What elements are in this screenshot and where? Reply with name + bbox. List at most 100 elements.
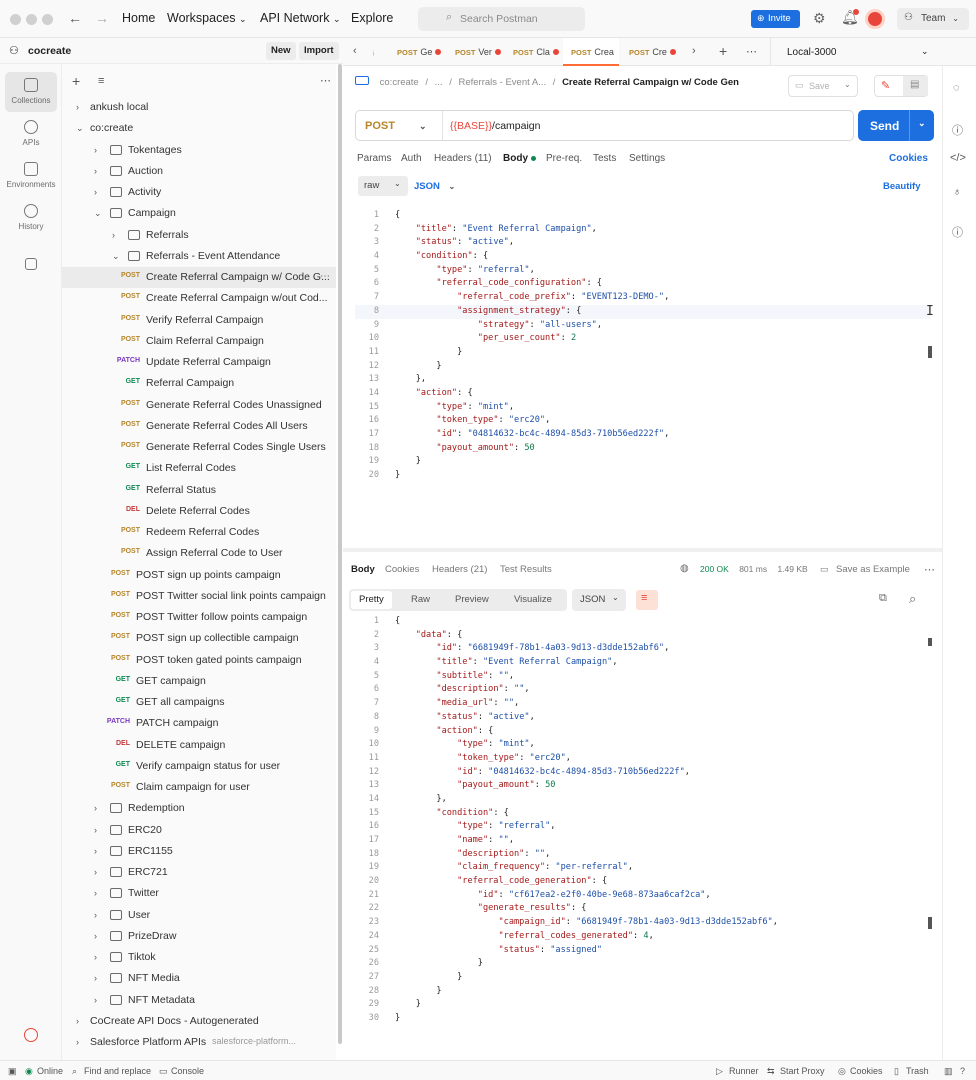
filter-icon[interactable]: ≡: [98, 75, 104, 87]
runner-button[interactable]: Runner: [729, 1066, 759, 1076]
more-options-icon[interactable]: ⋯: [320, 74, 331, 87]
lightbulb-icon[interactable]: ♁: [953, 186, 961, 198]
request-tab[interactable]: POST Cla: [505, 38, 561, 66]
folder-item[interactable]: › ERC721: [62, 862, 336, 883]
collection-item[interactable]: › CoCreate API Docs - Autogenerated: [62, 1011, 336, 1032]
folder-item[interactable]: › ERC20: [62, 820, 336, 841]
online-status[interactable]: Online: [37, 1066, 63, 1076]
gear-icon[interactable]: ⚙: [813, 10, 826, 27]
cookies-button[interactable]: Cookies: [850, 1066, 883, 1076]
request-item[interactable]: POST Create Referral Campaign w/out Cod..…: [62, 288, 336, 309]
workspace-name[interactable]: cocreate: [28, 45, 71, 57]
breadcrumb-folder[interactable]: Referrals - Event A...: [458, 77, 546, 88]
collection-item[interactable]: ⌄ co:create: [62, 118, 336, 139]
pane-divider[interactable]: [343, 548, 942, 552]
chevron-down-icon[interactable]: ⌄: [112, 251, 120, 262]
request-item[interactable]: GET GET all campaigns: [62, 692, 336, 713]
chevron-right-icon[interactable]: ›: [94, 995, 97, 1005]
folder-item[interactable]: › Activity: [62, 182, 336, 203]
request-subtab[interactable]: Body: [503, 153, 536, 164]
folder-item[interactable]: › NFT Media: [62, 968, 336, 989]
request-item[interactable]: POST POST sign up points campaign: [62, 565, 336, 586]
chevron-right-icon[interactable]: ›: [76, 1037, 79, 1047]
rail-history[interactable]: History: [5, 204, 57, 231]
request-item[interactable]: POST Generate Referral Codes All Users: [62, 416, 336, 437]
view-visualize-button[interactable]: Visualize: [514, 594, 552, 605]
chevron-down-icon[interactable]: ⌄: [94, 208, 102, 219]
response-tab[interactable]: Body: [351, 564, 375, 575]
info-circle-icon[interactable]: ⓘ: [952, 224, 963, 240]
chevron-right-icon[interactable]: ›: [94, 187, 97, 197]
request-item[interactable]: GET Verify campaign status for user: [62, 756, 336, 777]
send-button[interactable]: Send ⌄: [858, 110, 934, 141]
pencil-icon[interactable]: ✎: [881, 79, 890, 92]
chevron-right-icon[interactable]: ›: [94, 888, 97, 898]
folder-item[interactable]: › Twitter: [62, 883, 336, 904]
layout-icon[interactable]: ▥: [944, 1066, 953, 1077]
help-icon[interactable]: ?: [960, 1066, 965, 1076]
response-format-select[interactable]: JSON ⌄: [572, 589, 626, 611]
request-subtab[interactable]: Headers (11): [434, 153, 492, 164]
save-button[interactable]: ▭ Save ⌄: [788, 75, 858, 97]
request-item[interactable]: POST POST Twitter social link points camp…: [62, 586, 336, 607]
breadcrumb-root[interactable]: co:create: [380, 77, 419, 88]
body-mode-select[interactable]: raw ⌄: [358, 176, 408, 196]
folder-item[interactable]: ⌄ Referrals - Event Attendance: [62, 246, 336, 267]
nav-home[interactable]: Home: [122, 11, 155, 25]
response-scrollbar-thumb[interactable]: [928, 917, 932, 929]
search-input[interactable]: ⌕ Search Postman: [418, 7, 585, 31]
request-item[interactable]: POST Assign Referral Code to User: [62, 543, 336, 564]
wrap-lines-icon[interactable]: ≡: [636, 590, 658, 610]
chevron-right-icon[interactable]: ›: [94, 910, 97, 920]
request-item[interactable]: POST POST token gated points campaign: [62, 650, 336, 671]
new-button[interactable]: New: [266, 42, 296, 60]
environment-selector[interactable]: Local-3000 ⌄: [770, 38, 940, 66]
window-zoom-control[interactable]: [42, 14, 53, 25]
response-tab[interactable]: Cookies: [385, 564, 419, 575]
folder-item[interactable]: › Tiktok: [62, 947, 336, 968]
request-body-editor[interactable]: 1{2 "title": "Event Referral Campaign", 3…: [355, 209, 930, 489]
request-item[interactable]: POST Verify Referral Campaign: [62, 310, 336, 331]
request-tab[interactable]: POST Cre: [621, 38, 677, 66]
chevron-left-icon[interactable]: ‹: [353, 45, 357, 57]
search-icon[interactable]: ⌕: [909, 591, 916, 607]
request-tab[interactable]: POST Ge: [389, 38, 445, 66]
console-button[interactable]: Console: [171, 1066, 204, 1076]
chevron-right-icon[interactable]: ›: [94, 867, 97, 877]
request-tab[interactable]: POST Ver: [447, 38, 503, 66]
breadcrumb-ellipsis[interactable]: ...: [435, 77, 443, 88]
code-icon[interactable]: </>: [950, 152, 966, 164]
window-minimize-control[interactable]: [26, 14, 37, 25]
request-subtab[interactable]: Auth: [401, 153, 422, 164]
request-item[interactable]: GET Referral Status: [62, 480, 336, 501]
request-item[interactable]: POST POST sign up collectible campaign: [62, 628, 336, 649]
request-item[interactable]: GET GET campaign: [62, 671, 336, 692]
folder-item[interactable]: ⌄ Campaign: [62, 203, 336, 224]
folder-item[interactable]: › Redemption: [62, 798, 336, 819]
chevron-right-icon[interactable]: ›: [76, 102, 79, 112]
nav-workspaces[interactable]: Workspaces ⌄: [167, 11, 247, 25]
more-options-icon[interactable]: ⋯: [924, 563, 935, 576]
folder-item[interactable]: › Tokentages: [62, 140, 336, 161]
request-item[interactable]: POST Claim Referral Campaign: [62, 331, 336, 352]
tab-partial[interactable]: ᵢ: [373, 47, 374, 57]
folder-item[interactable]: › Auction: [62, 161, 336, 182]
request-subtab[interactable]: Tests: [593, 153, 616, 164]
beautify-link[interactable]: Beautify: [883, 181, 920, 192]
url-input[interactable]: {{BASE}}/campaign: [450, 120, 541, 132]
avatar[interactable]: [865, 9, 885, 29]
panel-toggle-icon[interactable]: ▣: [8, 1066, 17, 1077]
request-item[interactable]: POST Generate Referral Codes Unassigned: [62, 395, 336, 416]
response-scrollbar[interactable]: [928, 638, 932, 646]
chevron-down-icon[interactable]: ⌄: [76, 123, 84, 134]
sidebar-scrollbar[interactable]: [338, 64, 342, 1044]
rail-configure[interactable]: [5, 258, 57, 274]
chevron-right-icon[interactable]: ›: [94, 931, 97, 941]
chevron-right-icon[interactable]: ›: [94, 973, 97, 983]
request-subtab[interactable]: Settings: [629, 153, 665, 164]
folder-item[interactable]: › Referrals: [62, 225, 336, 246]
copy-icon[interactable]: ⧉: [879, 592, 887, 605]
import-button[interactable]: Import: [299, 42, 339, 60]
response-body-viewer[interactable]: 1{2 "data": {3 "id": "6681949f-78b1-4a03…: [355, 615, 930, 1035]
chevron-right-icon[interactable]: ›: [94, 846, 97, 856]
